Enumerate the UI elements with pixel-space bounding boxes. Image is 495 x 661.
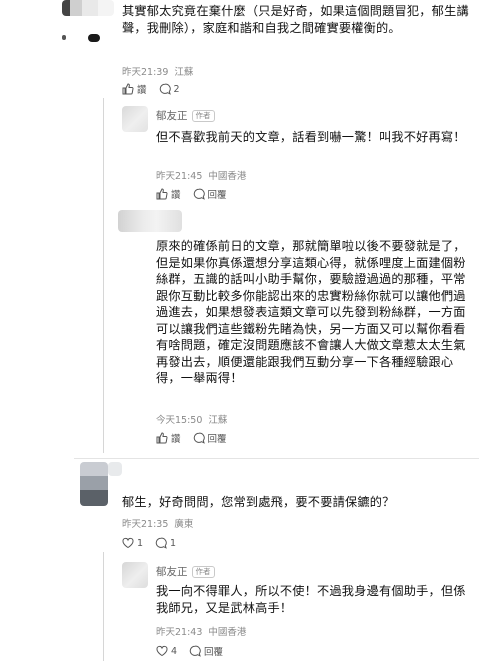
location: 江蘇 bbox=[174, 67, 194, 78]
reply-button[interactable]: 2 bbox=[159, 83, 180, 95]
author-name-text: 郁友正 bbox=[156, 566, 188, 578]
reply-meta: 今天15:50 江蘇 bbox=[156, 412, 230, 426]
reply-count: 2 bbox=[173, 83, 180, 95]
avatar[interactable] bbox=[122, 562, 148, 588]
comment-icon bbox=[189, 645, 201, 657]
timestamp: 昨天21:39 bbox=[122, 67, 169, 78]
thumbs-up-icon bbox=[156, 188, 168, 200]
like-button[interactable]: 4 bbox=[156, 645, 177, 657]
timestamp: 昨天21:43 bbox=[156, 627, 203, 638]
reply-meta: 昨天21:45 中國香港 bbox=[156, 168, 249, 182]
comment-icon bbox=[155, 537, 167, 549]
reply-text: 但不喜歡我前天的文章，話看到嚇一驚！叫我不好再寫！ bbox=[156, 130, 466, 144]
avatar-fragment bbox=[108, 462, 122, 476]
like-label: 讚 bbox=[137, 85, 147, 96]
heart-icon bbox=[156, 645, 168, 657]
comment-text: 郁生，好奇問問，您常到處飛，要不要請保鑣的？ bbox=[122, 495, 395, 509]
reply-label: 回覆 bbox=[207, 190, 227, 201]
reply-meta: 昨天21:43 中國香港 bbox=[156, 624, 249, 638]
location: 中國香港 bbox=[208, 171, 247, 182]
author-name[interactable]: 郁友正 作者 bbox=[156, 108, 215, 123]
like-button[interactable]: 讚 bbox=[156, 187, 181, 201]
avatar-fragment bbox=[62, 35, 66, 40]
like-label: 讚 bbox=[171, 190, 181, 201]
reply-label: 回覆 bbox=[204, 647, 224, 658]
comment-meta: 昨天21:39 江蘇 bbox=[122, 64, 196, 78]
timestamp: 今天15:50 bbox=[156, 415, 203, 426]
heart-icon bbox=[122, 537, 134, 549]
comment-actions: 1 1 bbox=[122, 537, 188, 549]
like-button[interactable]: 讚 bbox=[156, 431, 181, 445]
author-badge: 作者 bbox=[191, 566, 215, 578]
location: 中國香港 bbox=[208, 627, 247, 638]
reply-actions: 讚 回覆 bbox=[156, 431, 239, 445]
like-label: 讚 bbox=[171, 434, 181, 445]
reply-actions: 讚 回覆 bbox=[156, 187, 239, 201]
timestamp: 昨天21:45 bbox=[156, 171, 203, 182]
like-button[interactable]: 1 bbox=[122, 537, 143, 549]
reply-actions: 4 回覆 bbox=[156, 644, 235, 658]
comment-icon bbox=[159, 83, 171, 95]
thumbs-up-icon bbox=[156, 432, 168, 444]
divider bbox=[74, 458, 479, 459]
reply-text: 原來的確係前日的文章，那就簡單啦以後不要發就是了，但是如果你真係還想分享這類心得… bbox=[156, 239, 466, 385]
reply-button[interactable]: 1 bbox=[155, 537, 176, 549]
author-name[interactable]: 郁友正 作者 bbox=[156, 564, 215, 579]
author-name-text: 郁友正 bbox=[156, 110, 188, 122]
location: 江蘇 bbox=[208, 415, 228, 426]
reply-label: 回覆 bbox=[207, 434, 227, 445]
avatar[interactable] bbox=[62, 0, 114, 16]
comment-icon bbox=[193, 432, 205, 444]
thread-line bbox=[103, 552, 104, 661]
reply-text: 我一向不得罪人，所以不使！不過我身邊有個助手，但係我師兄，又是武林高手！ bbox=[156, 584, 466, 615]
like-count: 4 bbox=[171, 645, 178, 657]
avatar[interactable] bbox=[122, 106, 148, 132]
comment-text: 其實郁太究竟在棄什麼（只是好奇，如果這個問題冒犯，郁生講聲，我刪除），家庭和諧和… bbox=[122, 4, 469, 35]
timestamp: 昨天21:35 bbox=[122, 519, 169, 530]
author-badge: 作者 bbox=[191, 110, 215, 122]
thumbs-up-icon bbox=[122, 83, 134, 95]
reply-button[interactable]: 回覆 bbox=[193, 187, 227, 201]
location: 廣東 bbox=[174, 519, 194, 530]
thread-line bbox=[103, 98, 104, 453]
avatar[interactable] bbox=[80, 462, 108, 506]
comment-actions: 讚 2 bbox=[122, 82, 192, 96]
reply-button[interactable]: 回覆 bbox=[189, 644, 223, 658]
avatar-fragment bbox=[88, 34, 100, 42]
reply-count: 1 bbox=[170, 537, 177, 549]
like-button[interactable]: 讚 bbox=[122, 82, 147, 96]
avatar[interactable] bbox=[118, 210, 182, 232]
comment-meta: 昨天21:35 廣東 bbox=[122, 516, 196, 530]
reply-button[interactable]: 回覆 bbox=[193, 431, 227, 445]
comment-icon bbox=[193, 188, 205, 200]
like-count: 1 bbox=[137, 537, 144, 549]
